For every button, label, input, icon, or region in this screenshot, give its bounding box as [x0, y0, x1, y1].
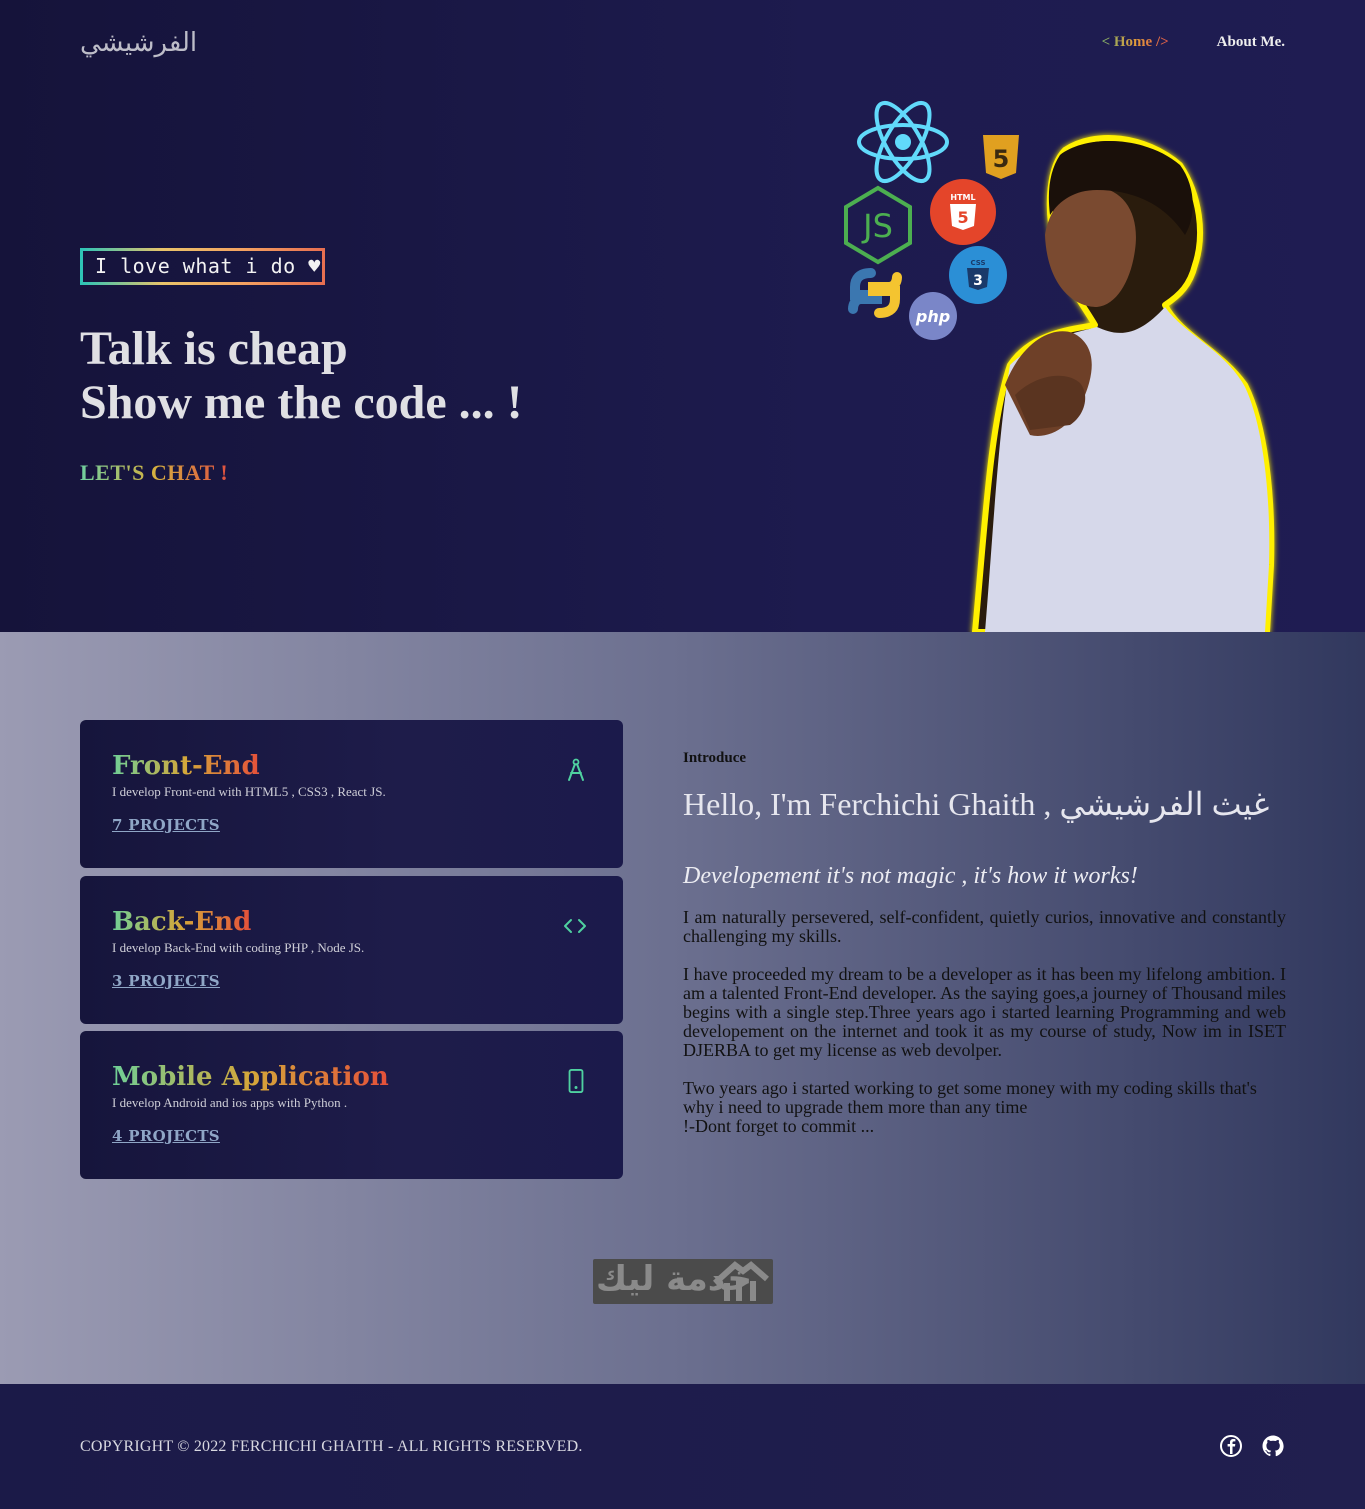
site-footer: COPYRIGHT © 2022 FERCHICHI GHAITH - ALL … [0, 1384, 1365, 1509]
projects-link[interactable]: 3 PROJECTS [112, 972, 220, 990]
php-icon: php [909, 292, 957, 340]
github-icon[interactable] [1261, 1434, 1285, 1458]
intro-paragraph-3-line-1: Two years ago i started working to get s… [683, 1078, 1257, 1117]
intro-motto: Developement it's not magic , it's how i… [683, 863, 1138, 889]
svg-text:5: 5 [993, 145, 1010, 173]
nav-home-link[interactable]: < Home /> [1102, 34, 1169, 51]
hero-section: الفرشيشي < Home /> About Me. I love what… [0, 0, 1365, 632]
css3-icon: CSS 3 [949, 246, 1007, 304]
main-nav: < Home /> About Me. [1102, 34, 1285, 51]
service-desc: I develop Front-end with HTML5 , CSS3 , … [112, 784, 386, 799]
nodejs-icon: JS [844, 185, 912, 265]
portrait-image [972, 135, 1275, 632]
facebook-icon[interactable] [1219, 1434, 1243, 1458]
hero-headline: Talk is cheap Show me the code ... ! [80, 322, 523, 430]
services-section: Front-End I develop Front-end with HTML5… [0, 632, 1365, 1384]
html5-shield-icon: 5 [983, 135, 1019, 179]
svg-text:3: 3 [973, 273, 983, 289]
introduce-label: Introduce [683, 750, 747, 766]
svg-text:HTML: HTML [950, 193, 975, 202]
projects-link[interactable]: 7 PROJECTS [112, 816, 220, 834]
service-card-mobile: Mobile Application I develop Android and… [80, 1031, 623, 1179]
house-icon [713, 1261, 769, 1301]
python-icon [848, 268, 902, 318]
headline-line-1: Talk is cheap [80, 322, 348, 375]
nav-home-suffix: /> [1152, 34, 1169, 50]
svg-text:php: php [915, 307, 950, 326]
html5-icon: HTML 5 [930, 179, 996, 245]
intro-hello: Hello, I'm Ferchichi Ghaith , غيث الفرشي… [683, 786, 1270, 822]
service-title: Back-End [112, 907, 252, 937]
service-card-frontend: Front-End I develop Front-end with HTML5… [80, 720, 623, 868]
intro-paragraph-3-line-2: !-Dont forget to commit ... [683, 1116, 875, 1136]
social-links [1219, 1434, 1285, 1458]
intro-paragraph-2: I have proceeded my dream to be a develo… [683, 964, 1286, 1060]
react-icon [857, 100, 949, 184]
svg-text:CSS: CSS [970, 259, 985, 267]
hero-illustration: 5 JS HTML 5 CSS 3 php [844, 100, 1275, 632]
service-title: Front-End [112, 751, 260, 781]
projects-link[interactable]: 4 PROJECTS [112, 1127, 220, 1145]
svg-text:JS: JS [861, 207, 893, 245]
code-icon [564, 919, 586, 933]
service-title: Mobile Application [112, 1062, 389, 1092]
nav-about-link[interactable]: About Me. [1217, 34, 1285, 51]
service-desc: I develop Back-End with coding PHP , Nod… [112, 940, 365, 955]
nav-home-prefix: < [1101, 34, 1114, 50]
introduce-panel: Introduce Hello, I'm Ferchichi Ghaith , … [683, 750, 1286, 1136]
intro-paragraph-3: Two years ago i started working to get s… [683, 1079, 1286, 1136]
watermark-logo: خدمة ليك [593, 1259, 773, 1304]
love-badge: I love what i do ♥ [80, 248, 325, 285]
intro-paragraph-1: I am naturally persevered, self-confiden… [683, 907, 1286, 946]
copyright-text: COPYRIGHT © 2022 FERCHICHI GHAITH - ALL … [80, 1438, 583, 1455]
svg-text:5: 5 [957, 208, 968, 227]
lets-chat-button[interactable]: LET'S CHAT ! [80, 460, 228, 486]
headline-line-2: Show me the code ... ! [80, 376, 523, 429]
nav-home-label: Home [1113, 34, 1153, 50]
service-desc: I develop Android and ios apps with Pyth… [112, 1095, 348, 1110]
mobile-icon [568, 1069, 584, 1093]
compass-icon [568, 758, 584, 781]
service-card-backend: Back-End I develop Back-End with coding … [80, 876, 623, 1024]
site-logo[interactable]: الفرشيشي [80, 28, 197, 58]
